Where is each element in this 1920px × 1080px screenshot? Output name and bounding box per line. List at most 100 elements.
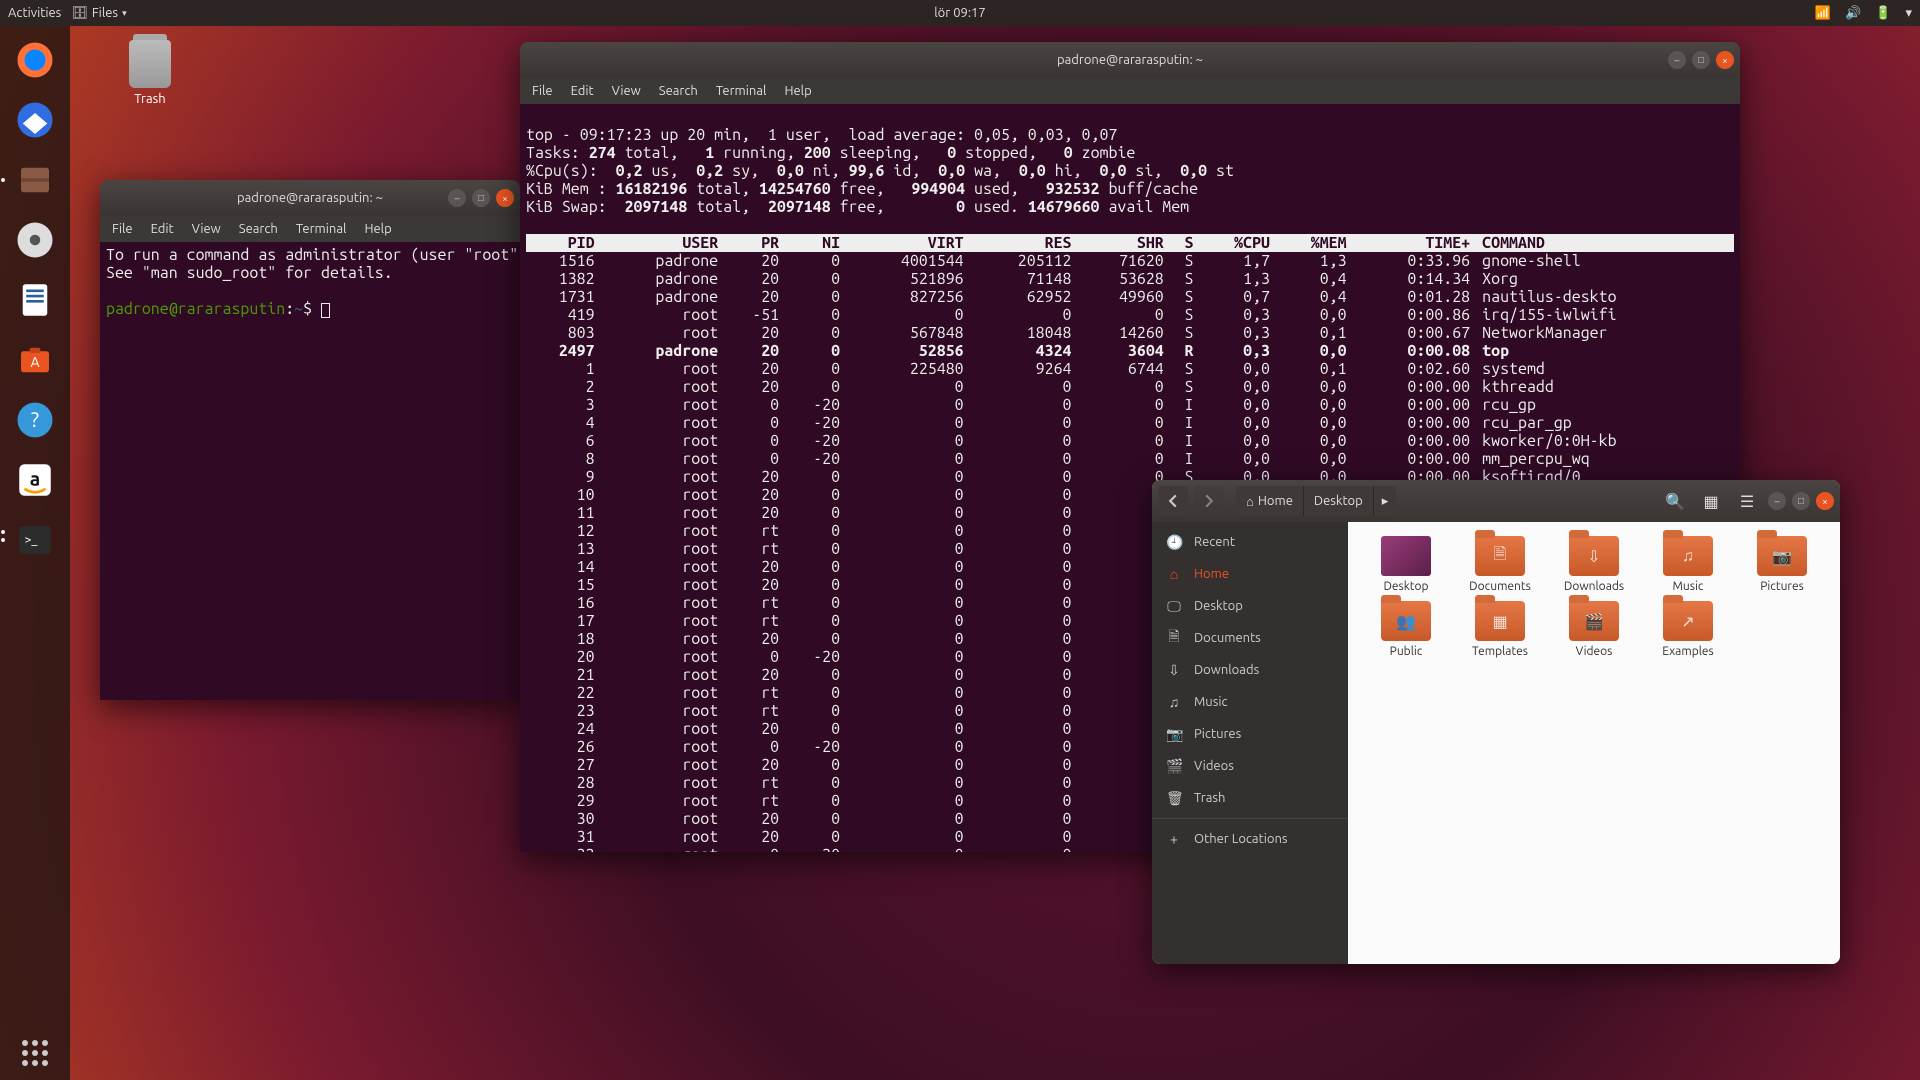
forward-button[interactable] bbox=[1194, 486, 1224, 516]
maximize-button[interactable]: □ bbox=[472, 189, 490, 207]
show-apps-button[interactable] bbox=[0, 1040, 70, 1066]
minimize-button[interactable]: – bbox=[1768, 492, 1786, 510]
chevron-right-icon bbox=[1202, 494, 1216, 508]
close-button[interactable]: × bbox=[1816, 492, 1834, 510]
minimize-button[interactable]: – bbox=[448, 189, 466, 207]
files-sidebar: 🕘Recent⌂Home🖵Desktop🗎Documents⇩Downloads… bbox=[1152, 522, 1348, 964]
dock-thunderbird[interactable] bbox=[9, 94, 61, 146]
dock-files[interactable] bbox=[9, 154, 61, 206]
maximize-button[interactable]: □ bbox=[1792, 492, 1810, 510]
col-%cpu: %CPU bbox=[1201, 234, 1278, 252]
folder-icon: 🗎 bbox=[1475, 536, 1525, 576]
menu-terminal[interactable]: Terminal bbox=[716, 84, 767, 98]
dock-firefox[interactable] bbox=[9, 34, 61, 86]
process-row: 1382padrone2005218967114853628S1,30,40:1… bbox=[526, 270, 1734, 288]
sidebar-item-pictures[interactable]: 📷Pictures bbox=[1152, 718, 1348, 750]
chevron-down-icon: ▾ bbox=[122, 8, 127, 19]
files-menu[interactable]: 🗄 Files ▾ bbox=[71, 5, 126, 21]
process-row: 2root200000S0,00,00:00.00kthreadd bbox=[526, 378, 1734, 396]
view-grid-button[interactable]: ▦ bbox=[1696, 486, 1726, 516]
plus-icon: + bbox=[1166, 831, 1182, 847]
files-content[interactable]: Desktop🗎Documents⇩Downloads♫Music📷Pictur… bbox=[1348, 522, 1840, 964]
videos-icon: 🎬 bbox=[1166, 758, 1182, 775]
home-icon: ⌂ bbox=[1166, 566, 1182, 582]
folder-desktop[interactable]: Desktop bbox=[1362, 536, 1450, 593]
sidebar-item-documents[interactable]: 🗎Documents bbox=[1152, 622, 1348, 654]
terminal-small-window[interactable]: padrone@rararasputin: ~ – □ × File Edit Vi… bbox=[100, 180, 520, 700]
menu-view[interactable]: View bbox=[612, 84, 641, 98]
maximize-button[interactable]: □ bbox=[1692, 51, 1710, 69]
svg-text:A: A bbox=[30, 354, 39, 370]
path-segment-desktop[interactable]: Desktop bbox=[1304, 486, 1374, 516]
sidebar-item-desktop[interactable]: 🖵Desktop bbox=[1152, 590, 1348, 622]
trash-label: Trash bbox=[110, 92, 190, 106]
terminal-content[interactable]: To run a command as administrator (user … bbox=[100, 242, 520, 700]
chevron-right-icon: ▸ bbox=[1382, 494, 1389, 509]
col-time+: TIME+ bbox=[1355, 234, 1479, 252]
music-icon: ♫ bbox=[1166, 694, 1182, 710]
menu-help[interactable]: Help bbox=[364, 222, 391, 236]
sidebar-label: Pictures bbox=[1194, 727, 1241, 741]
search-button[interactable]: 🔍 bbox=[1660, 486, 1690, 516]
chevron-left-icon bbox=[1166, 494, 1180, 508]
menu-file[interactable]: File bbox=[112, 222, 133, 236]
clock[interactable]: lör 09:17 bbox=[934, 6, 985, 20]
menu-view[interactable]: View bbox=[192, 222, 221, 236]
back-button[interactable] bbox=[1158, 486, 1188, 516]
volume-icon[interactable]: 🔊 bbox=[1845, 5, 1861, 21]
dock-terminal[interactable]: >_ bbox=[9, 514, 61, 566]
folder-templates[interactable]: ▦Templates bbox=[1456, 601, 1544, 658]
dock-writer[interactable] bbox=[9, 274, 61, 326]
minimize-button[interactable]: – bbox=[1668, 51, 1686, 69]
menu-terminal[interactable]: Terminal bbox=[296, 222, 347, 236]
wifi-icon[interactable]: 📶 bbox=[1815, 5, 1831, 21]
sidebar-item-recent[interactable]: 🕘Recent bbox=[1152, 526, 1348, 558]
menu-edit[interactable]: Edit bbox=[151, 222, 174, 236]
desktop-trash[interactable]: Trash bbox=[110, 40, 190, 106]
sidebar-item-other-locations[interactable]: +Other Locations bbox=[1152, 823, 1348, 855]
close-button[interactable]: × bbox=[1716, 51, 1734, 69]
activities-button[interactable]: Activities bbox=[8, 6, 61, 20]
col-s: S bbox=[1172, 234, 1202, 252]
sidebar-item-music[interactable]: ♫Music bbox=[1152, 686, 1348, 718]
sidebar-item-trash[interactable]: 🗑Trash bbox=[1152, 782, 1348, 814]
sidebar-item-downloads[interactable]: ⇩Downloads bbox=[1152, 654, 1348, 686]
folder-examples[interactable]: ↗Examples bbox=[1644, 601, 1732, 658]
folder-label: Examples bbox=[1644, 645, 1732, 658]
dock-software[interactable]: A bbox=[9, 334, 61, 386]
sidebar-item-videos[interactable]: 🎬Videos bbox=[1152, 750, 1348, 782]
dock-amazon[interactable]: a bbox=[9, 454, 61, 506]
menu-search[interactable]: Search bbox=[659, 84, 698, 98]
folder-documents[interactable]: 🗎Documents bbox=[1456, 536, 1544, 593]
folder-public[interactable]: 👥Public bbox=[1362, 601, 1450, 658]
titlebar[interactable]: padrone@rararasputin: ~ – □ × bbox=[100, 180, 520, 216]
folder-label: Public bbox=[1362, 645, 1450, 658]
process-row: 3root0-20000I0,00,00:00.00rcu_gp bbox=[526, 396, 1734, 414]
folder-pictures[interactable]: 📷Pictures bbox=[1738, 536, 1826, 593]
folder-music[interactable]: ♫Music bbox=[1644, 536, 1732, 593]
desktop-icon: 🖵 bbox=[1166, 598, 1182, 615]
titlebar[interactable]: padrone@rararasputin: ~ – □ × bbox=[520, 42, 1740, 78]
chevron-down-icon[interactable]: ▾ bbox=[1905, 5, 1912, 21]
menu-file[interactable]: File bbox=[532, 84, 553, 98]
folder-downloads[interactable]: ⇩Downloads bbox=[1550, 536, 1638, 593]
menu-search[interactable]: Search bbox=[239, 222, 278, 236]
path-segment-home[interactable]: ⌂ Home bbox=[1236, 486, 1304, 516]
menu-edit[interactable]: Edit bbox=[571, 84, 594, 98]
grid-icon: ▦ bbox=[1703, 492, 1718, 511]
hamburger-menu[interactable]: ☰ bbox=[1732, 486, 1762, 516]
dock-rhythmbox[interactable] bbox=[9, 214, 61, 266]
process-row: 2497padrone2005285643243604R0,30,00:00.0… bbox=[526, 342, 1734, 360]
battery-icon[interactable]: 🔋 bbox=[1875, 5, 1891, 21]
path-overflow[interactable]: ▸ bbox=[1374, 486, 1397, 516]
sidebar-item-home[interactable]: ⌂Home bbox=[1152, 558, 1348, 590]
col-command: COMMAND bbox=[1478, 234, 1734, 252]
home-icon: ⌂ bbox=[1246, 494, 1254, 509]
col-user: USER bbox=[603, 234, 727, 252]
menu-help[interactable]: Help bbox=[784, 84, 811, 98]
dock-help[interactable]: ? bbox=[9, 394, 61, 446]
folder-videos[interactable]: 🎬Videos bbox=[1550, 601, 1638, 658]
window-title: padrone@rararasputin: ~ bbox=[237, 191, 383, 205]
files-window[interactable]: ⌂ Home Desktop ▸ 🔍 ▦ ☰ – □ × 🕘Recent⌂Hom… bbox=[1152, 480, 1840, 964]
close-button[interactable]: × bbox=[496, 189, 514, 207]
